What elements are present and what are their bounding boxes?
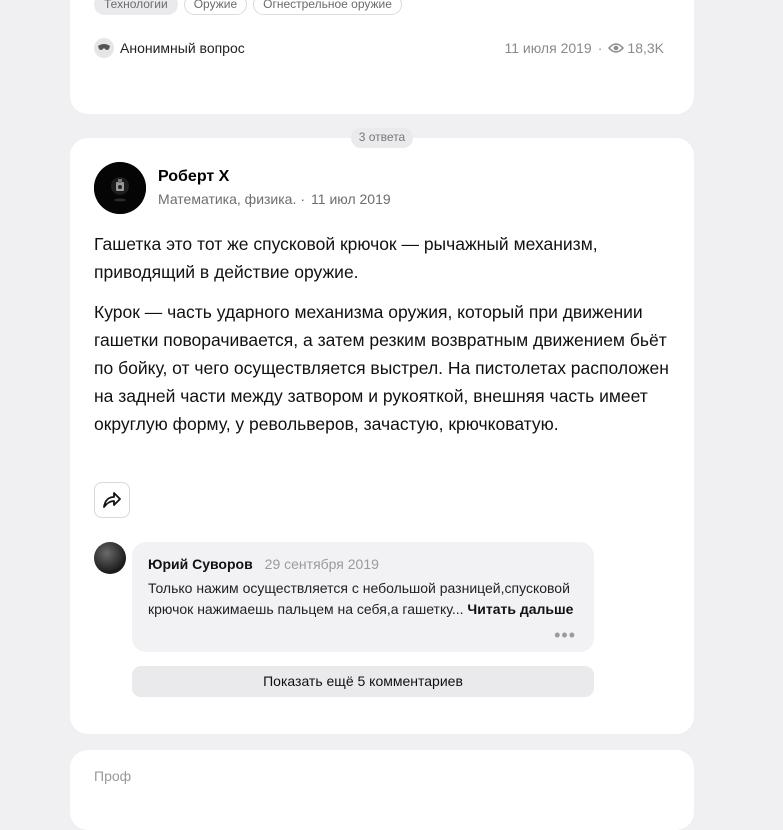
answer-author-name[interactable]: Роберт Х [158,168,229,186]
more-options-icon[interactable]: ••• [554,626,576,644]
tag-weapons[interactable]: Оружие [183,0,248,15]
answer-author-meta: Математика, физика. · 11 июл 2019 [158,191,391,207]
author-avatar-image [94,162,146,214]
comment-avatar[interactable] [94,542,126,574]
comment-header: Юрий Суворов 29 сентября 2019 [148,556,379,572]
tag-firearms[interactable]: Огнестрельное оружие [253,0,402,15]
meta-separator: · [597,40,603,56]
question-meta: Анонимный вопрос 11 июля 2019 · 18,3K [94,38,664,58]
answer-date: 11 июл 2019 [311,191,391,207]
comment-author[interactable]: Юрий Суворов [148,556,253,572]
show-more-comments-button[interactable]: Показать ещё 5 комментариев [132,666,594,697]
answer-card: Роберт Х Математика, физика. · 11 июл 20… [70,138,694,734]
comment-text: Только нажим осуществляется с небольшой … [148,578,588,620]
question-card: Технологии Оружие Огнестрельное оружие А… [70,0,694,114]
answer-body: Гашетка это тот же спусковой крючок — ры… [94,230,679,450]
question-views: 18,3K [627,40,664,56]
comment: Юрий Суворов 29 сентября 2019 Только наж… [132,542,594,652]
tag-technology[interactable]: Технологии [94,0,178,15]
avatar[interactable] [94,162,146,214]
answers-count-badge: 3 ответа [351,128,413,148]
question-stats: 11 июля 2019 · 18,3K [505,40,665,56]
author-bio: Математика, физика. [158,191,297,207]
share-icon [103,492,121,508]
eye-icon [608,42,625,54]
anonymous-author-label: Анонимный вопрос [120,40,245,56]
question-date: 11 июля 2019 [504,40,592,56]
anonymous-icon [94,38,114,58]
answer-paragraph: Курок — часть ударного механизма оружия,… [94,302,669,434]
tag-list: Технологии Оружие Огнестрельное оружие [94,0,402,15]
meta-separator: · [300,191,306,207]
comment-date: 29 сентября 2019 [264,556,379,572]
read-more-link[interactable]: Читать дальше [467,601,573,617]
next-answer-card: Проф [70,750,694,830]
next-author-partial: Проф [94,768,132,784]
answer-paragraph: Гашетка это тот же спусковой крючок — ры… [94,234,598,282]
share-button[interactable] [94,482,130,518]
